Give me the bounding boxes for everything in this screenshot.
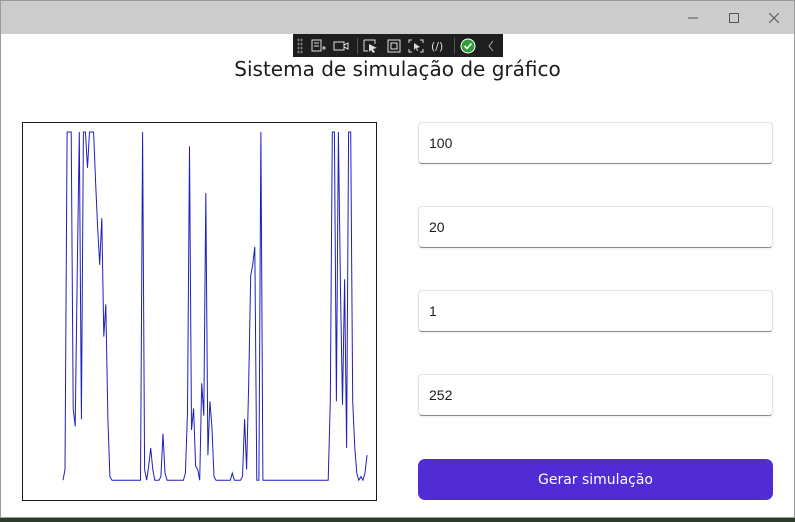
toolbar-separator	[356, 37, 358, 54]
svg-text:(/): (/)	[431, 40, 443, 53]
close-button[interactable]	[754, 1, 794, 34]
grip-icon[interactable]	[297, 37, 303, 54]
field-1-input[interactable]	[418, 122, 773, 164]
close-icon	[769, 12, 779, 23]
collapse-chevron-icon[interactable]	[480, 37, 501, 55]
hot-reload-icon[interactable]: (/)	[428, 37, 449, 55]
field-2-input[interactable]	[418, 206, 773, 248]
select-element-icon[interactable]	[361, 37, 382, 55]
minimize-icon	[688, 17, 698, 18]
maximize-icon	[729, 12, 739, 23]
maximize-button[interactable]	[714, 1, 754, 34]
field-3-input[interactable]	[418, 290, 773, 332]
chart-canvas	[62, 131, 368, 482]
debug-toolbar: (/)	[293, 34, 503, 57]
page-title: Sistema de simulação de gráfico	[234, 57, 561, 81]
binding-failures-icon[interactable]	[458, 37, 479, 55]
simulation-series-line	[62, 131, 368, 482]
generate-simulation-button[interactable]: Gerar simulação	[418, 459, 773, 500]
live-visual-tree-icon[interactable]	[309, 37, 330, 55]
show-layout-icon[interactable]	[383, 37, 404, 55]
app-window: (/) Sistema de simulação de gráfico Gera…	[0, 0, 795, 518]
field-4-input[interactable]	[418, 374, 773, 416]
toolbar-separator	[453, 37, 455, 54]
display-layout-adorners-icon[interactable]	[331, 37, 352, 55]
track-focus-icon[interactable]	[406, 37, 427, 55]
simulation-chart	[22, 122, 377, 501]
minimize-button[interactable]	[673, 1, 713, 34]
title-bar	[1, 1, 794, 34]
